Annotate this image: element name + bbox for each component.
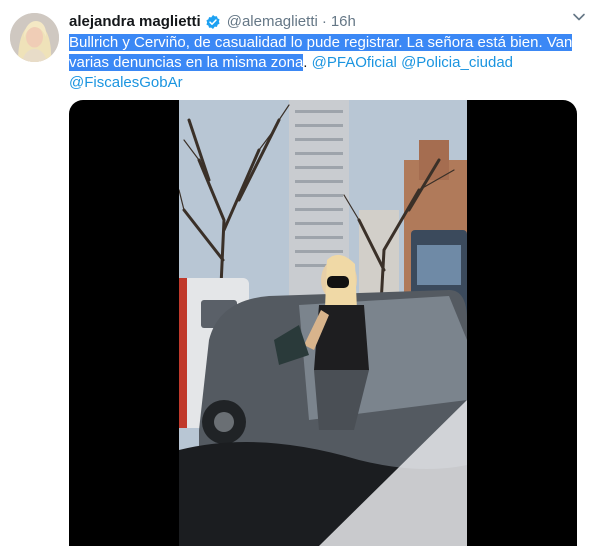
separator-dot: ·: [321, 13, 327, 30]
tweet-media-video[interactable]: [69, 100, 577, 546]
highlighted-text-line2: varias denuncias en la misma zona: [69, 54, 304, 71]
highlighted-text-line1: Bullrich y Cerviño, de casualidad lo pud…: [69, 34, 573, 51]
tweet-menu-button[interactable]: [568, 8, 590, 30]
tweet-header: alejandra maglietti @alemaglietti · 16h: [69, 11, 580, 33]
chevron-down-icon: [572, 10, 586, 29]
author-name[interactable]: alejandra maglietti: [69, 12, 201, 32]
tweet-text-tail: .: [303, 54, 312, 71]
video-frame: [179, 100, 467, 546]
timestamp[interactable]: 16h: [331, 12, 356, 32]
mention-fiscalesgobar[interactable]: @FiscalesGobAr: [69, 74, 183, 91]
verified-badge-icon: [205, 14, 221, 30]
mention-policia-ciudad[interactable]: @Policia_ciudad: [401, 54, 513, 71]
tweet-text: Bullrich y Cerviño, de casualidad lo pud…: [69, 33, 579, 93]
mention-pfaoficial[interactable]: @PFAOficial: [312, 54, 397, 71]
avatar[interactable]: [10, 13, 59, 62]
author-handle[interactable]: @alemaglietti: [227, 12, 318, 32]
